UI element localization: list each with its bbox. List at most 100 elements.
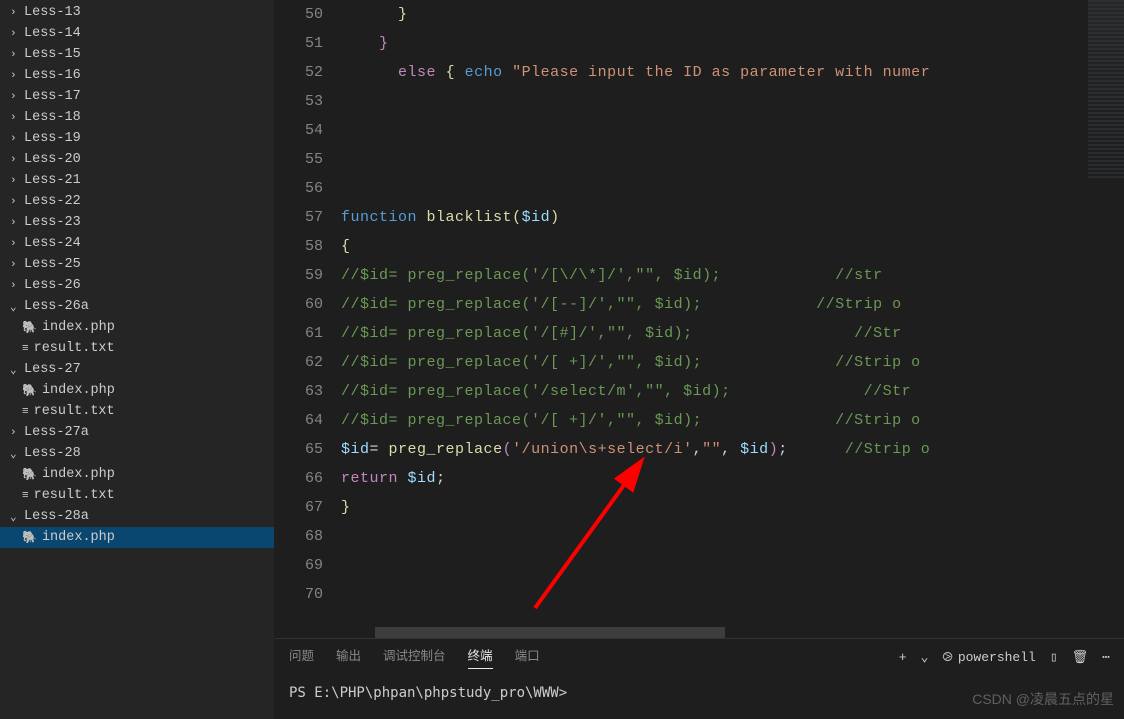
file-label: Less-14 bbox=[24, 26, 81, 41]
file-result.txt[interactable]: ≡result.txt bbox=[0, 401, 274, 422]
folder-less-22[interactable]: ›Less-22 bbox=[0, 191, 274, 212]
code-line[interactable] bbox=[341, 551, 1124, 580]
folder-less-19[interactable]: ›Less-19 bbox=[0, 128, 274, 149]
code-line[interactable]: function blacklist($id) bbox=[341, 203, 1124, 232]
line-number: 58 bbox=[305, 232, 323, 261]
code-line[interactable]: //$id= preg_replace('/[ +]/',"", $id); /… bbox=[341, 406, 1124, 435]
file-label: Less-27a bbox=[24, 425, 89, 440]
file-index.php[interactable]: 🐘index.php bbox=[0, 380, 274, 401]
file-index.php[interactable]: 🐘 index.php bbox=[0, 464, 274, 485]
more-actions-icon[interactable]: ⋯ bbox=[1102, 650, 1110, 665]
php-file-icon: 🐘 bbox=[22, 320, 37, 335]
file-label: Less-18 bbox=[24, 110, 81, 125]
folder-less-27[interactable]: ⌄Less-27 bbox=[0, 359, 274, 380]
code-line[interactable]: //$id= preg_replace('/[ +]/',"", $id); /… bbox=[341, 348, 1124, 377]
code-line[interactable] bbox=[341, 174, 1124, 203]
code-content[interactable]: } } else { echo "Please input the ID as … bbox=[341, 0, 1124, 638]
folder-less-14[interactable]: ›Less-14 bbox=[0, 23, 274, 44]
folder-less-24[interactable]: ›Less-24 bbox=[0, 233, 274, 254]
folder-less-20[interactable]: ›Less-20 bbox=[0, 149, 274, 170]
file-label: Less-27 bbox=[24, 362, 81, 377]
chevron-icon: › bbox=[10, 28, 22, 40]
line-number: 54 bbox=[305, 116, 323, 145]
folder-less-27a[interactable]: ›Less-27a bbox=[0, 422, 274, 443]
folder-less-28[interactable]: ⌄Less-28 bbox=[0, 443, 274, 464]
horizontal-scrollbar[interactable] bbox=[375, 627, 725, 638]
folder-less-28a[interactable]: ⌄Less-28a bbox=[0, 506, 274, 527]
file-result.txt[interactable]: ≡ result.txt bbox=[0, 485, 274, 506]
php-file-icon: 🐘 bbox=[22, 467, 37, 482]
code-line[interactable] bbox=[341, 522, 1124, 551]
code-line[interactable]: else { echo "Please input the ID as para… bbox=[341, 58, 1124, 87]
file-label: result.txt bbox=[34, 488, 115, 503]
code-line[interactable]: return $id; bbox=[341, 464, 1124, 493]
folder-less-26[interactable]: ›Less-26 bbox=[0, 275, 274, 296]
line-number: 60 bbox=[305, 290, 323, 319]
tab-debug-console[interactable]: 调试控制台 bbox=[383, 645, 446, 669]
file-label: Less-13 bbox=[24, 5, 81, 20]
terminal-prompt: PS E:\PHP\phpan\phpstudy_pro\WWW> bbox=[289, 685, 567, 701]
code-line[interactable] bbox=[341, 87, 1124, 116]
file-label: Less-15 bbox=[24, 47, 81, 62]
new-terminal-icon[interactable]: + bbox=[899, 650, 907, 665]
tab-terminal[interactable]: 终端 bbox=[468, 645, 493, 669]
line-number: 63 bbox=[305, 377, 323, 406]
code-line[interactable] bbox=[341, 580, 1124, 609]
folder-less-23[interactable]: ›Less-23 bbox=[0, 212, 274, 233]
file-label: Less-20 bbox=[24, 152, 81, 167]
code-line[interactable] bbox=[341, 145, 1124, 174]
split-terminal-icon[interactable]: ▯ bbox=[1050, 650, 1058, 665]
folder-less-17[interactable]: ›Less-17 bbox=[0, 86, 274, 107]
line-number: 57 bbox=[305, 203, 323, 232]
line-number: 51 bbox=[305, 29, 323, 58]
line-gutter: 5051525354555657585960616263646566676869… bbox=[275, 0, 341, 638]
code-line[interactable]: //$id= preg_replace('/select/m',"", $id)… bbox=[341, 377, 1124, 406]
file-label: Less-26a bbox=[24, 299, 89, 314]
chevron-icon: ⌄ bbox=[10, 300, 22, 314]
file-result.txt[interactable]: ≡result.txt bbox=[0, 338, 274, 359]
dropdown-icon[interactable]: ⌄ bbox=[921, 650, 929, 665]
file-label: Less-21 bbox=[24, 173, 81, 188]
code-line[interactable]: } bbox=[341, 0, 1124, 29]
line-number: 67 bbox=[305, 493, 323, 522]
line-number: 62 bbox=[305, 348, 323, 377]
line-number: 55 bbox=[305, 145, 323, 174]
line-number: 64 bbox=[305, 406, 323, 435]
line-number: 66 bbox=[305, 464, 323, 493]
folder-less-25[interactable]: ›Less-25 bbox=[0, 254, 274, 275]
shell-selector[interactable]: ⧁ powershell bbox=[942, 650, 1035, 665]
code-line[interactable]: $id= preg_replace('/union\s+select/i',""… bbox=[341, 435, 1124, 464]
chevron-icon: › bbox=[10, 175, 22, 187]
folder-less-16[interactable]: ›Less-16 bbox=[0, 65, 274, 86]
tab-problems[interactable]: 问题 bbox=[289, 645, 314, 669]
tab-output[interactable]: 输出 bbox=[336, 645, 361, 669]
kill-terminal-icon[interactable]: 🗑 bbox=[1072, 650, 1089, 665]
file-explorer[interactable]: ›Less-13›Less-14›Less-15›Less-16›Less-17… bbox=[0, 0, 275, 719]
folder-less-15[interactable]: ›Less-15 bbox=[0, 44, 274, 65]
line-number: 56 bbox=[305, 174, 323, 203]
minimap[interactable] bbox=[1088, 0, 1124, 240]
chevron-icon: ⌄ bbox=[10, 447, 22, 461]
chevron-icon: › bbox=[10, 70, 22, 82]
txt-file-icon: ≡ bbox=[22, 490, 29, 502]
code-line[interactable]: } bbox=[341, 493, 1124, 522]
file-index.php[interactable]: 🐘index.php bbox=[0, 527, 274, 548]
code-line[interactable]: //$id= preg_replace('/[\/\*]/',"", $id);… bbox=[341, 261, 1124, 290]
code-line[interactable] bbox=[341, 116, 1124, 145]
folder-less-13[interactable]: ›Less-13 bbox=[0, 2, 274, 23]
chevron-icon: › bbox=[10, 217, 22, 229]
chevron-icon: › bbox=[10, 49, 22, 61]
code-editor[interactable]: 5051525354555657585960616263646566676869… bbox=[275, 0, 1124, 638]
code-line[interactable]: //$id= preg_replace('/[--]/',"", $id); /… bbox=[341, 290, 1124, 319]
code-line[interactable]: } bbox=[341, 29, 1124, 58]
file-index.php[interactable]: 🐘index.php bbox=[0, 317, 274, 338]
folder-less-18[interactable]: ›Less-18 bbox=[0, 107, 274, 128]
code-line[interactable]: { bbox=[341, 232, 1124, 261]
file-label: index.php bbox=[42, 383, 115, 398]
tab-ports[interactable]: 端口 bbox=[515, 645, 540, 669]
file-label: index.php bbox=[42, 467, 115, 482]
line-number: 50 bbox=[305, 0, 323, 29]
code-line[interactable]: //$id= preg_replace('/[#]/',"", $id); //… bbox=[341, 319, 1124, 348]
folder-less-21[interactable]: ›Less-21 bbox=[0, 170, 274, 191]
folder-less-26a[interactable]: ⌄Less-26a bbox=[0, 296, 274, 317]
